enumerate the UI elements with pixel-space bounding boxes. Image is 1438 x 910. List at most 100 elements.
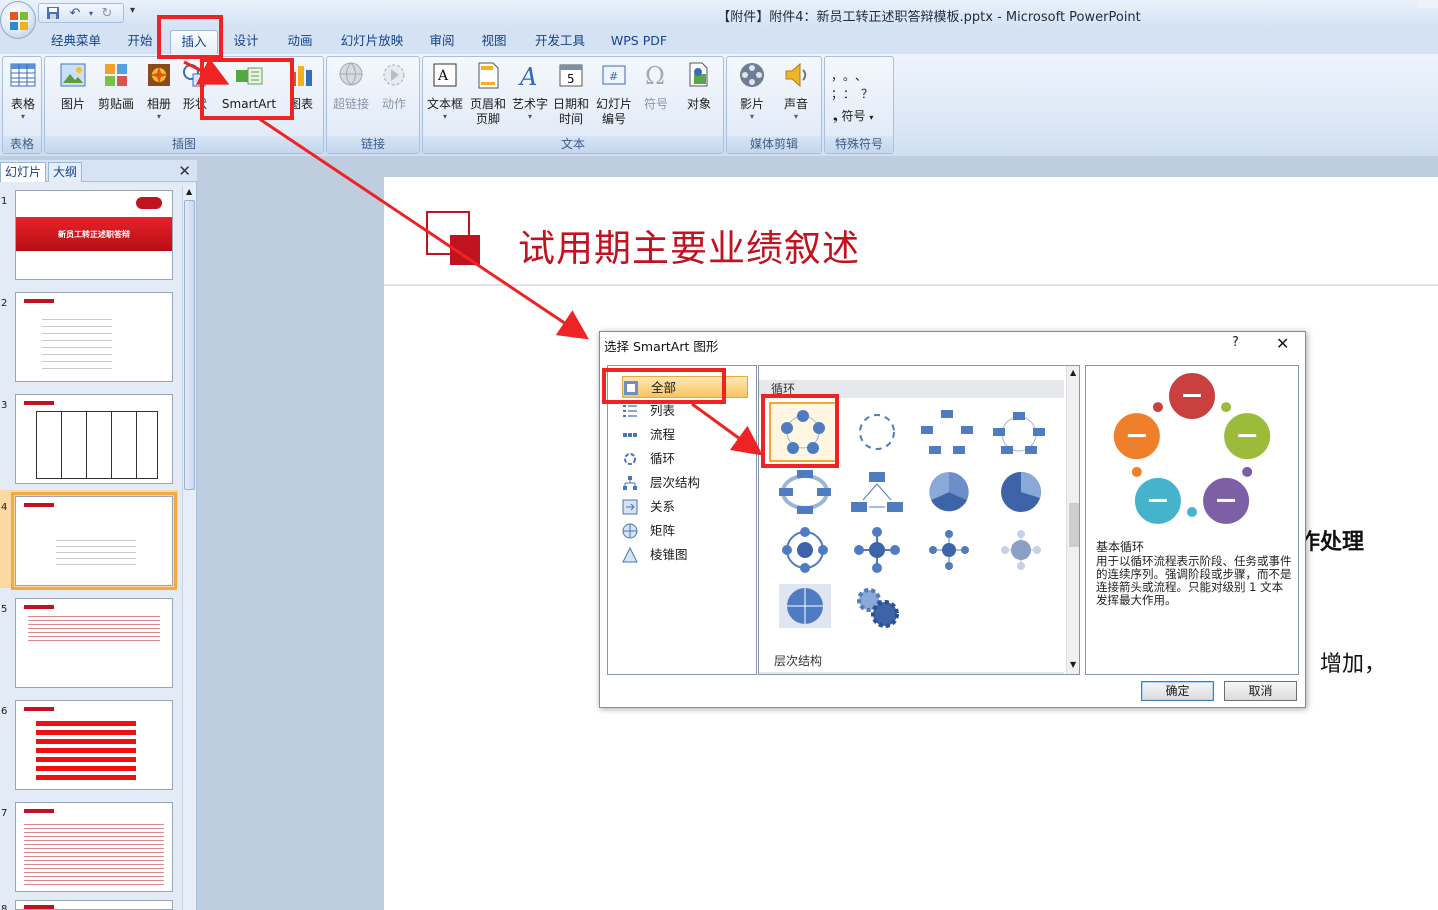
- layout-radial-cycle[interactable]: [771, 520, 839, 580]
- textbox-button[interactable]: A 文本框 ▾: [425, 60, 465, 122]
- tab-review[interactable]: 审阅: [422, 30, 462, 54]
- layout-nondirectional-cycle[interactable]: [985, 402, 1053, 462]
- tab-outline[interactable]: 大纲: [48, 162, 83, 182]
- tab-home[interactable]: 开始: [120, 30, 160, 54]
- hierarchy-icon: [623, 476, 637, 490]
- tab-slideshow[interactable]: 幻灯片放映: [334, 30, 410, 54]
- slide-thumbnail-1[interactable]: 新员工转正述职答辩: [15, 190, 173, 280]
- layout-block-cycle[interactable]: [913, 402, 981, 462]
- basic-cycle-preview-icon: [1111, 372, 1273, 526]
- slide-thumbnail-7[interactable]: [15, 802, 173, 892]
- preview-cycle-arrow: [1131, 466, 1142, 477]
- tab-animation[interactable]: 动画: [280, 30, 320, 54]
- layout-gear[interactable]: [843, 576, 911, 636]
- smartart-button[interactable]: SmartArt: [219, 60, 279, 112]
- category-matrix[interactable]: 矩阵: [622, 520, 748, 542]
- scroll-down-icon[interactable]: ▼: [1070, 660, 1076, 669]
- slide-body-fragment[interactable]: 作处理: [1298, 524, 1364, 556]
- preview-cycle-arrow: [1242, 466, 1253, 477]
- symbol-semicolon[interactable]: ；: [831, 87, 843, 101]
- category-list-item[interactable]: 列表: [622, 400, 748, 422]
- slide-thumbnail-2[interactable]: [15, 292, 173, 382]
- tab-developer[interactable]: 开发工具: [528, 30, 592, 54]
- dialog-close-icon[interactable]: ✕: [1276, 334, 1289, 353]
- chart-button[interactable]: 图表: [283, 60, 319, 112]
- album-button[interactable]: 相册 ▾: [141, 60, 177, 122]
- pane-scroll-thumb[interactable]: [184, 200, 195, 490]
- ok-button[interactable]: 确定: [1141, 681, 1214, 701]
- layout-pie[interactable]: [987, 462, 1055, 522]
- category-pyramid[interactable]: 棱锥图: [622, 544, 748, 566]
- slide-thumbnail-3[interactable]: [15, 394, 173, 484]
- slide-number: 5: [1, 604, 8, 615]
- hyperlink-button[interactable]: 超链接: [331, 60, 371, 112]
- action-button[interactable]: 动作: [375, 60, 413, 112]
- symbol-button[interactable]: Ω 符号: [637, 60, 675, 112]
- object-button[interactable]: 对象: [679, 60, 719, 112]
- layout-radial-venn[interactable]: [987, 520, 1055, 580]
- layout-cycle-matrix[interactable]: [771, 576, 839, 636]
- symbol-period[interactable]: 。: [843, 69, 855, 83]
- cycle-matrix-thumb-icon: [779, 584, 831, 628]
- symbol-enum-comma[interactable]: 、: [855, 69, 873, 83]
- layout-multidirectional-cycle[interactable]: [843, 462, 911, 522]
- slide-thumbnail-6[interactable]: [15, 700, 173, 790]
- help-icon[interactable]: ?: [1232, 335, 1239, 350]
- svg-text:A: A: [518, 63, 537, 90]
- layout-text-cycle[interactable]: [843, 402, 911, 462]
- table-button[interactable]: 表格 ▾: [5, 60, 41, 122]
- group-illustrations: 图片 剪贴画 相册 ▾ 形状 SmartArt 图表 插图: [44, 56, 324, 154]
- gallery-scroll-thumb[interactable]: [1069, 503, 1079, 547]
- window-close-button[interactable]: [1418, 0, 1438, 8]
- slide-number: 8: [1, 904, 8, 910]
- wordart-button[interactable]: A 艺术字 ▾: [511, 60, 549, 122]
- category-hierarchy[interactable]: 层次结构: [622, 472, 748, 494]
- slide-number-button[interactable]: # 幻灯片 编号: [593, 60, 635, 127]
- tab-design[interactable]: 设计: [226, 30, 266, 54]
- list-icon: [623, 405, 637, 417]
- scroll-up-icon[interactable]: ▲: [186, 187, 192, 196]
- clipart-button[interactable]: 剪贴画: [95, 60, 137, 112]
- slide-thumbnail-5[interactable]: [15, 598, 173, 688]
- layout-diverging-radial[interactable]: [915, 520, 983, 580]
- slide-body-fragment[interactable]: 增加，: [1320, 646, 1386, 678]
- category-cycle[interactable]: 循环: [622, 448, 748, 470]
- gallery-scrollbar[interactable]: ▲ ▼: [1066, 366, 1079, 674]
- shapes-button[interactable]: 形状: [179, 60, 211, 112]
- slide-thumbnail-8[interactable]: [15, 900, 173, 910]
- slide-thumbnail-4[interactable]: [11, 492, 177, 590]
- header-footer-button[interactable]: 页眉和 页脚: [467, 60, 509, 127]
- category-process[interactable]: 流程: [622, 424, 748, 446]
- tab-wps-pdf[interactable]: WPS PDF: [606, 30, 672, 54]
- movie-button[interactable]: 影片 ▾: [731, 60, 773, 122]
- picture-button[interactable]: 图片: [53, 60, 93, 112]
- pane-close-icon[interactable]: ✕: [178, 162, 191, 180]
- textbox-icon: A: [433, 63, 457, 87]
- layout-continuous-cycle[interactable]: [771, 462, 839, 522]
- cancel-button[interactable]: 取消: [1224, 681, 1297, 701]
- tab-view[interactable]: 视图: [474, 30, 514, 54]
- block-cycle-thumb-icon: [921, 410, 973, 454]
- special-symbol-button[interactable]: ❟ 符号 ▾: [833, 107, 873, 124]
- scroll-up-icon[interactable]: ▲: [1070, 368, 1076, 377]
- category-relationship[interactable]: 关系: [622, 496, 748, 518]
- symbol-comma[interactable]: ，: [831, 69, 843, 83]
- datetime-button[interactable]: 5 日期和 时间: [551, 60, 591, 127]
- pane-scrollbar[interactable]: ▲: [182, 186, 196, 910]
- layout-basic-cycle[interactable]: [769, 402, 837, 462]
- sound-button[interactable]: 声音 ▾: [775, 60, 817, 122]
- layout-basic-radial[interactable]: [843, 520, 911, 580]
- tab-classic-menu[interactable]: 经典菜单: [44, 30, 108, 54]
- symbol-question[interactable]: ？: [861, 87, 879, 101]
- tab-insert[interactable]: 插入: [170, 30, 218, 54]
- slide-title[interactable]: 试用期主要业绩叙述: [518, 218, 860, 272]
- category-all[interactable]: 全部: [622, 376, 748, 398]
- speaker-icon: [785, 62, 807, 88]
- symbol-colon[interactable]: ：: [843, 87, 861, 101]
- layout-segmented-cycle[interactable]: [915, 462, 983, 522]
- svg-text:Ω: Ω: [645, 62, 665, 90]
- title-bar: ↶ ▾ ↻ ▾ 【附件】附件4：新员工转正述职答辩模板.pptx - Micro…: [0, 0, 1438, 39]
- office-button[interactable]: [0, 1, 36, 39]
- slide-number: 4: [1, 502, 8, 513]
- tab-slides[interactable]: 幻灯片: [0, 162, 47, 182]
